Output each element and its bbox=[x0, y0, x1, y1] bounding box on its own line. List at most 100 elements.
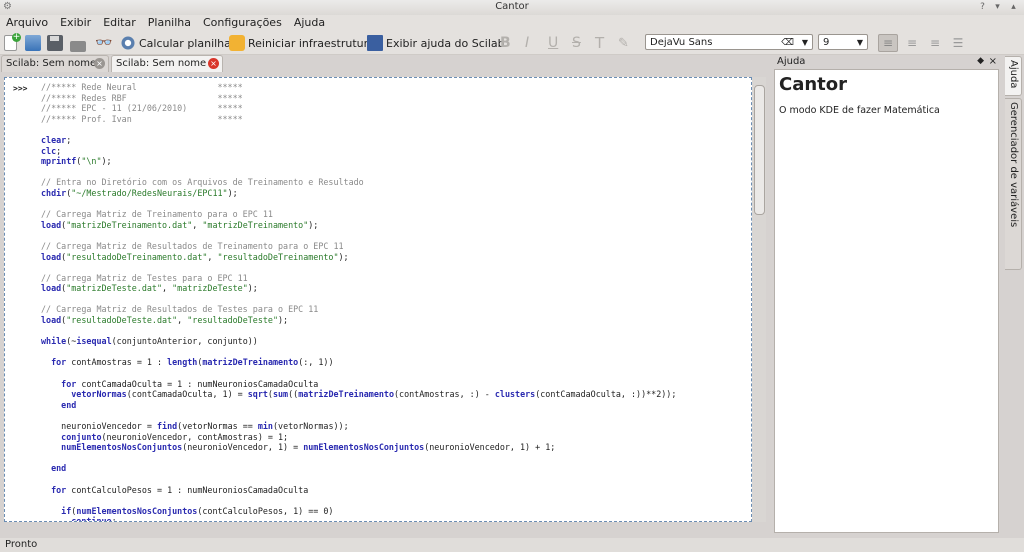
show-help-label: Exibir ajuda do Scilab bbox=[386, 36, 505, 50]
code-token: (contCamadaOculta, 1) = bbox=[126, 389, 248, 400]
font-icon: T bbox=[595, 34, 605, 52]
underline-button[interactable]: U bbox=[548, 34, 558, 52]
scrollbar-thumb[interactable] bbox=[754, 85, 765, 215]
code-token: contAmostras = 1 : bbox=[66, 357, 168, 368]
code-line: // Carrega Matriz de Testes para o EPC 1… bbox=[41, 273, 741, 284]
code-token: find bbox=[156, 421, 178, 431]
code-token: end bbox=[51, 463, 67, 474]
close-dock-icon[interactable]: × bbox=[989, 54, 997, 69]
code-token: chdir bbox=[41, 187, 67, 198]
clear-format-button[interactable]: ✎ bbox=[618, 34, 629, 52]
code-line: for contCalculoPesos = 1 : numNeuroniosC… bbox=[41, 485, 741, 496]
menu-exibir[interactable]: Exibir bbox=[54, 15, 97, 31]
code-token: (contCalculoPesos, 1) == 0) bbox=[197, 505, 334, 516]
worksheet-scrollbar[interactable] bbox=[752, 77, 766, 522]
menu-planilha[interactable]: Planilha bbox=[142, 15, 197, 31]
code-token: length bbox=[167, 357, 198, 368]
print-button[interactable] bbox=[70, 34, 89, 52]
side-tab-label: Gerenciador de variáveis bbox=[1008, 102, 1019, 228]
code-token: conjunto bbox=[61, 431, 102, 442]
chevron-down-icon: ▼ bbox=[856, 38, 863, 47]
float-dock-icon[interactable]: ◆ bbox=[977, 54, 984, 69]
code-line: // Entra no Diretório com os Arquivos de… bbox=[41, 177, 741, 188]
close-tab-icon[interactable]: × bbox=[94, 58, 105, 69]
code-line: //***** Redes RBF ***** bbox=[41, 93, 741, 104]
code-token: ; bbox=[66, 134, 72, 145]
tab-scilab-1[interactable]: Scilab: Sem nome × bbox=[1, 55, 109, 72]
code-token: (contCamadaOculta, :))**2)); bbox=[535, 389, 677, 400]
open-button[interactable] bbox=[25, 34, 44, 52]
code-token: (( bbox=[288, 389, 299, 400]
menu-arquivo[interactable]: Arquivo bbox=[0, 15, 54, 31]
code-token: matrizDeTreinamento bbox=[202, 357, 299, 368]
font-button[interactable]: T bbox=[595, 34, 604, 52]
code-line: numElementosNosConjuntos(neuronioVencedo… bbox=[41, 442, 741, 453]
code-token: // Entra no Diretório com os Arquivos de… bbox=[41, 177, 364, 188]
align-center-button[interactable]: ≡ bbox=[903, 34, 921, 52]
binoculars-icon: 👓 bbox=[95, 35, 113, 51]
align-justify-button[interactable]: ☰ bbox=[949, 34, 967, 52]
tab-scilab-2[interactable]: Scilab: Sem nome × bbox=[111, 55, 223, 72]
code-token: contCamadaOculta = 1 : numNeuroniosCamad… bbox=[76, 378, 319, 389]
code-token: mprintf bbox=[41, 156, 77, 167]
side-tab-ajuda[interactable]: Ajuda bbox=[1005, 56, 1022, 96]
maximize-button[interactable]: ▴ bbox=[1007, 1, 1020, 14]
code-token: "matrizDeTreinamento" bbox=[202, 219, 309, 230]
code-entry[interactable]: //***** Rede Neural *****//***** Redes R… bbox=[41, 82, 741, 521]
code-line: // Carrega Matriz de Resultados de Trein… bbox=[41, 241, 741, 252]
code-token: isequal bbox=[76, 336, 112, 347]
bold-button[interactable]: B bbox=[500, 34, 511, 52]
clear-text-icon[interactable]: ⌫ bbox=[781, 35, 794, 51]
code-token: while bbox=[41, 336, 67, 347]
code-line: while(~isequal(conjuntoAnterior, conjunt… bbox=[41, 336, 741, 347]
font-size-combo[interactable]: 9 ▼ bbox=[818, 34, 868, 50]
font-size-value: 9 bbox=[823, 37, 830, 48]
code-line: end bbox=[41, 400, 741, 411]
code-line: clc; bbox=[41, 146, 741, 157]
worksheet-editor[interactable]: >>> //***** Rede Neural *****//***** Red… bbox=[4, 77, 752, 522]
new-button[interactable]: + bbox=[4, 33, 21, 52]
menu-configuracoes[interactable]: Configurações bbox=[197, 15, 288, 31]
code-token: clc bbox=[41, 145, 57, 156]
italic-button[interactable]: I bbox=[525, 34, 529, 52]
code-token: "\n" bbox=[81, 156, 102, 167]
code-token: clear bbox=[41, 134, 67, 145]
code-token: (vetorNormas == bbox=[177, 421, 258, 431]
help-window-button[interactable]: ? bbox=[976, 1, 989, 14]
code-token: , bbox=[207, 251, 218, 262]
gear-icon bbox=[120, 35, 136, 51]
code-token: end bbox=[61, 399, 77, 410]
side-tab-variables[interactable]: Gerenciador de variáveis bbox=[1005, 98, 1022, 270]
calculate-label: Calcular planilha bbox=[139, 36, 231, 50]
calculate-worksheet-button[interactable]: Calcular planilha bbox=[120, 34, 231, 52]
code-line: load("matrizDeTreinamento.dat", "matrizD… bbox=[41, 220, 741, 231]
minimize-button[interactable]: ▾ bbox=[991, 1, 1004, 14]
find-button[interactable]: 👓 bbox=[95, 34, 114, 52]
align-right-button[interactable]: ≡ bbox=[926, 34, 944, 52]
show-help-button[interactable]: Exibir ajuda do Scilab bbox=[367, 34, 505, 52]
eraser-icon: ✎ bbox=[618, 35, 629, 51]
code-line: mprintf("\n"); bbox=[41, 156, 741, 167]
menu-editar[interactable]: Editar bbox=[97, 15, 142, 31]
restart-backend-button[interactable]: Reiniciar infraestrutura bbox=[229, 34, 375, 52]
toolbar: + 👓 Calcular planilha Reiniciar infraest… bbox=[0, 32, 1024, 55]
code-token: //***** Prof. Ivan ***** bbox=[41, 113, 243, 124]
close-tab-icon[interactable]: × bbox=[208, 58, 219, 69]
menu-ajuda[interactable]: Ajuda bbox=[288, 15, 331, 31]
worksheet-tab-bar: Scilab: Sem nome × Scilab: Sem nome × bbox=[0, 54, 765, 72]
code-token: "resultadoDeTreinamento.dat" bbox=[66, 251, 208, 262]
side-tab-bar: Ajuda Gerenciador de variáveis bbox=[1003, 54, 1024, 274]
strikeout-button[interactable]: S bbox=[572, 34, 581, 52]
align-right-icon: ≡ bbox=[929, 36, 941, 50]
save-button[interactable] bbox=[47, 34, 66, 52]
code-line: if(numElementosNosConjuntos(contCalculoP… bbox=[41, 506, 741, 517]
align-left-button[interactable]: ≡ bbox=[878, 34, 898, 52]
font-family-combo[interactable]: DejaVu Sans ⌫ ▼ bbox=[645, 34, 813, 50]
code-token: "matrizDeTreinamento.dat" bbox=[66, 219, 193, 230]
